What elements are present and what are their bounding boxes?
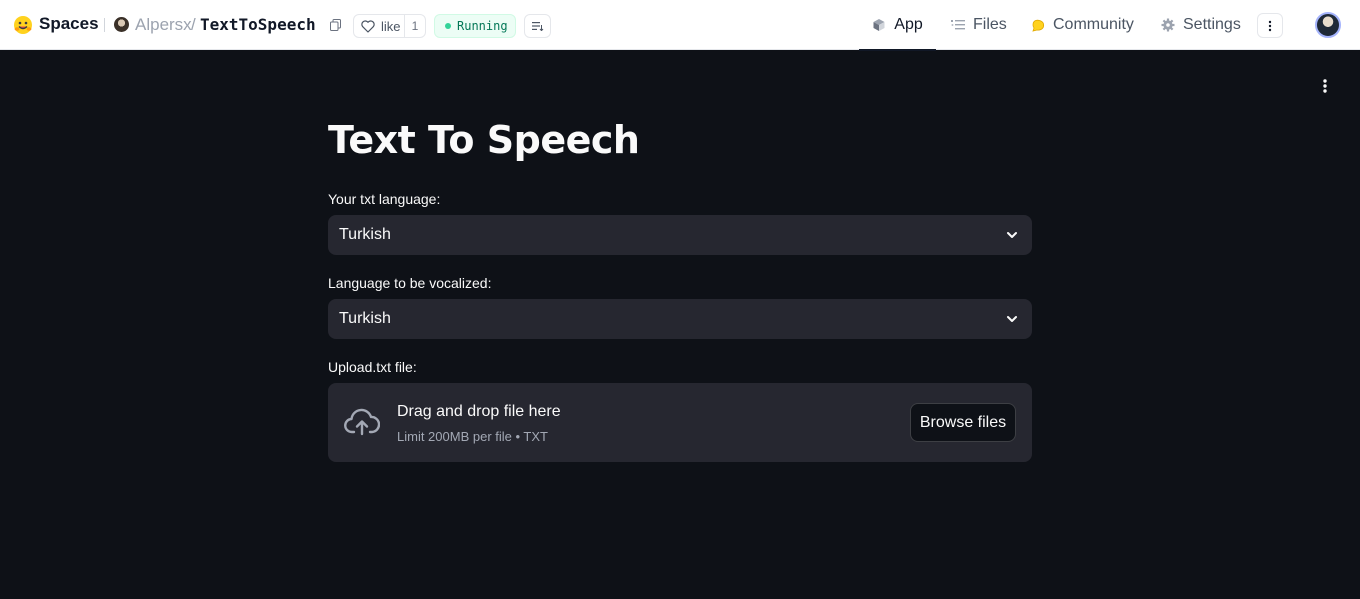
tab-files-label: Files bbox=[973, 16, 1007, 33]
like-count[interactable]: 1 bbox=[404, 15, 425, 37]
files-icon bbox=[951, 20, 965, 30]
dropzone-limits: Limit 200MB per file • TXT bbox=[397, 429, 548, 444]
browse-files-button[interactable]: Browse files bbox=[910, 403, 1016, 442]
tab-app-label: App bbox=[894, 16, 923, 33]
vertical-dots-icon bbox=[1268, 20, 1272, 31]
path-separator: / bbox=[191, 15, 196, 34]
cloud-upload-icon bbox=[344, 408, 380, 436]
target-language-label: Language to be vocalized: bbox=[328, 275, 492, 291]
more-options-button[interactable] bbox=[1257, 13, 1283, 38]
owner-link[interactable]: Alpersx bbox=[135, 15, 192, 35]
spaces-link[interactable]: Spaces bbox=[39, 14, 99, 34]
table-of-contents-button[interactable] bbox=[524, 14, 551, 38]
owner-avatar[interactable] bbox=[114, 17, 129, 32]
copy-icon[interactable] bbox=[330, 19, 341, 31]
hugging-face-logo-icon[interactable] bbox=[13, 15, 33, 35]
status-dot-icon bbox=[445, 23, 451, 29]
gear-icon bbox=[1161, 18, 1175, 32]
chevron-down-icon bbox=[1007, 232, 1017, 238]
list-icon bbox=[531, 22, 543, 31]
tab-community-label: Community bbox=[1053, 16, 1134, 33]
page-title: Text To Speech bbox=[328, 118, 640, 162]
tab-files[interactable]: Files bbox=[951, 0, 1007, 50]
uploader-label: Upload.txt file: bbox=[328, 359, 417, 375]
tab-community[interactable]: Community bbox=[1031, 0, 1134, 50]
heart-icon bbox=[361, 19, 375, 33]
divider bbox=[104, 18, 105, 32]
status-badge[interactable]: Running bbox=[434, 14, 516, 38]
source-language-select[interactable]: Turkish bbox=[328, 215, 1032, 255]
app-cube-icon bbox=[873, 19, 885, 31]
target-language-value: Turkish bbox=[339, 310, 391, 327]
tab-app[interactable]: App bbox=[859, 0, 936, 51]
repo-name-link[interactable]: TextToSpeech bbox=[200, 15, 316, 34]
source-language-value: Turkish bbox=[339, 226, 391, 243]
user-avatar[interactable] bbox=[1315, 12, 1341, 38]
hf-header: Spaces Alpersx / TextToSpeech like 1 Run… bbox=[0, 0, 1360, 51]
status-label: Running bbox=[457, 19, 508, 33]
app-menu-icon[interactable] bbox=[1318, 78, 1332, 94]
file-dropzone[interactable]: Drag and drop file here Limit 200MB per … bbox=[328, 383, 1032, 462]
like-button[interactable]: like 1 bbox=[353, 14, 426, 38]
tab-settings-label: Settings bbox=[1183, 16, 1241, 33]
like-label: like bbox=[381, 18, 401, 34]
chevron-down-icon bbox=[1007, 316, 1017, 322]
source-language-label: Your txt language: bbox=[328, 191, 441, 207]
community-icon bbox=[1032, 19, 1045, 32]
dropzone-title: Drag and drop file here bbox=[397, 403, 561, 420]
tab-settings[interactable]: Settings bbox=[1161, 0, 1241, 50]
target-language-select[interactable]: Turkish bbox=[328, 299, 1032, 339]
